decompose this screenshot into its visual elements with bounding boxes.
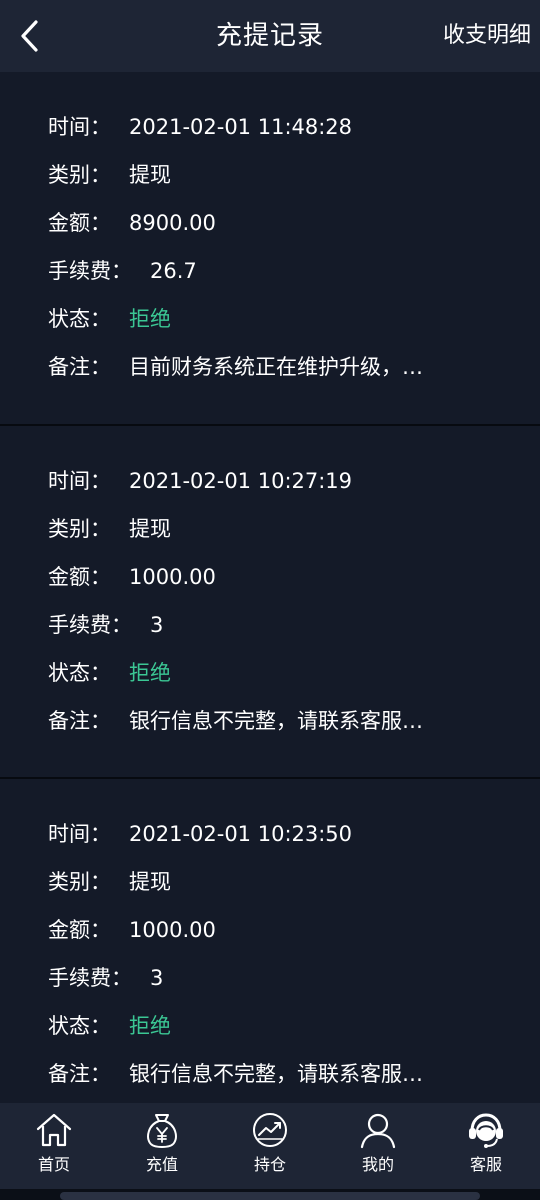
fee-label: 手续费： [48, 966, 132, 990]
tab-recharge-label: 充值 [145, 1155, 178, 1174]
status-value: 拒绝 [129, 307, 171, 331]
remark-row: 备注： 目前财务系统正在维护升级，… [48, 352, 423, 382]
time-label: 时间： [48, 822, 111, 846]
fee-row: 手续费： 3 [48, 610, 163, 640]
fee-row: 手续费： 3 [48, 963, 163, 993]
fee-value: 26.7 [150, 259, 197, 283]
record-card: 时间： 2021-02-01 10:23:50 类别： 提现 金额： 1000.00 … [0, 779, 540, 1132]
tab-mine-label: 我的 [361, 1155, 394, 1174]
fee-value: 3 [150, 966, 164, 990]
type-label: 类别： [48, 517, 111, 541]
headset-icon [469, 1113, 503, 1148]
type-row: 类别： 提现 [48, 514, 171, 544]
status-row: 状态： 拒绝 [48, 304, 171, 334]
tab-home-label: 首页 [37, 1155, 70, 1174]
status-label: 状态： [48, 661, 111, 685]
remark-label: 备注： [48, 1062, 111, 1086]
time-value: 2021-02-01 10:27:19 [129, 469, 353, 493]
money-bag-icon [147, 1114, 177, 1148]
amount-row: 金额： 1000.00 [48, 915, 216, 945]
type-value: 提现 [129, 163, 171, 187]
status-row: 状态： 拒绝 [48, 1011, 171, 1041]
record-card: 时间： 2021-02-01 10:27:19 类别： 提现 金额： 1000.00 … [0, 426, 540, 779]
amount-label: 金额： [48, 565, 111, 589]
amount-label: 金额： [48, 918, 111, 942]
time-label: 时间： [48, 115, 111, 139]
time-row: 时间： 2021-02-01 11:48:28 [48, 112, 352, 142]
status-value: 拒绝 [129, 1014, 171, 1038]
tab-mine[interactable]: 我的 [324, 1103, 432, 1189]
fee-label: 手续费： [48, 613, 132, 637]
bottom-tab-bar: 首页 充值 持仓 我的 客服 [0, 1103, 540, 1189]
fee-label: 手续费： [48, 259, 132, 283]
time-value: 2021-02-01 10:23:50 [129, 822, 353, 846]
remark-value: 目前财务系统正在维护升级，… [129, 355, 423, 379]
amount-row: 金额： 1000.00 [48, 562, 216, 592]
remark-label: 备注： [48, 355, 111, 379]
type-label: 类别： [48, 870, 111, 894]
status-value: 拒绝 [129, 661, 171, 685]
top-nav-bar: 充提记录 收支明细 [0, 0, 540, 72]
remark-row: 备注： 银行信息不完整，请联系客服… [48, 1059, 423, 1089]
tab-position-label: 持仓 [253, 1155, 286, 1174]
record-list: 时间： 2021-02-01 11:48:28 类别： 提现 金额： 8900.00 … [0, 72, 540, 1132]
trend-chart-icon [253, 1113, 287, 1147]
tab-service-label: 客服 [469, 1155, 502, 1174]
time-row: 时间： 2021-02-01 10:27:19 [48, 466, 352, 496]
home-indicator[interactable] [60, 1192, 480, 1200]
income-expense-detail-link[interactable]: 收支明细 [443, 0, 531, 72]
time-label: 时间： [48, 469, 111, 493]
status-label: 状态： [48, 1014, 111, 1038]
user-icon [360, 1113, 396, 1149]
time-row: 时间： 2021-02-01 10:23:50 [48, 819, 352, 849]
remark-row: 备注： 银行信息不完整，请联系客服… [48, 706, 423, 736]
amount-label: 金额： [48, 211, 111, 235]
tab-home[interactable]: 首页 [0, 1103, 108, 1189]
type-row: 类别： 提现 [48, 160, 171, 190]
amount-row: 金额： 8900.00 [48, 208, 216, 238]
status-label: 状态： [48, 307, 111, 331]
status-row: 状态： 拒绝 [48, 658, 171, 688]
fee-value: 3 [150, 613, 164, 637]
remark-label: 备注： [48, 709, 111, 733]
remark-value: 银行信息不完整，请联系客服… [129, 709, 423, 733]
amount-value: 1000.00 [129, 918, 216, 942]
amount-value: 1000.00 [129, 565, 216, 589]
remark-value: 银行信息不完整，请联系客服… [129, 1062, 423, 1086]
amount-value: 8900.00 [129, 211, 216, 235]
type-value: 提现 [129, 517, 171, 541]
fee-row: 手续费： 26.7 [48, 256, 197, 286]
home-icon [36, 1113, 72, 1147]
tab-position[interactable]: 持仓 [216, 1103, 324, 1189]
record-card: 时间： 2021-02-01 11:48:28 类别： 提现 金额： 8900.00 … [0, 72, 540, 426]
tab-recharge[interactable]: 充值 [108, 1103, 216, 1189]
tab-service[interactable]: 客服 [432, 1103, 540, 1189]
time-value: 2021-02-01 11:48:28 [129, 115, 353, 139]
home-indicator-bar [0, 1189, 540, 1200]
type-row: 类别： 提现 [48, 867, 171, 897]
type-value: 提现 [129, 870, 171, 894]
type-label: 类别： [48, 163, 111, 187]
